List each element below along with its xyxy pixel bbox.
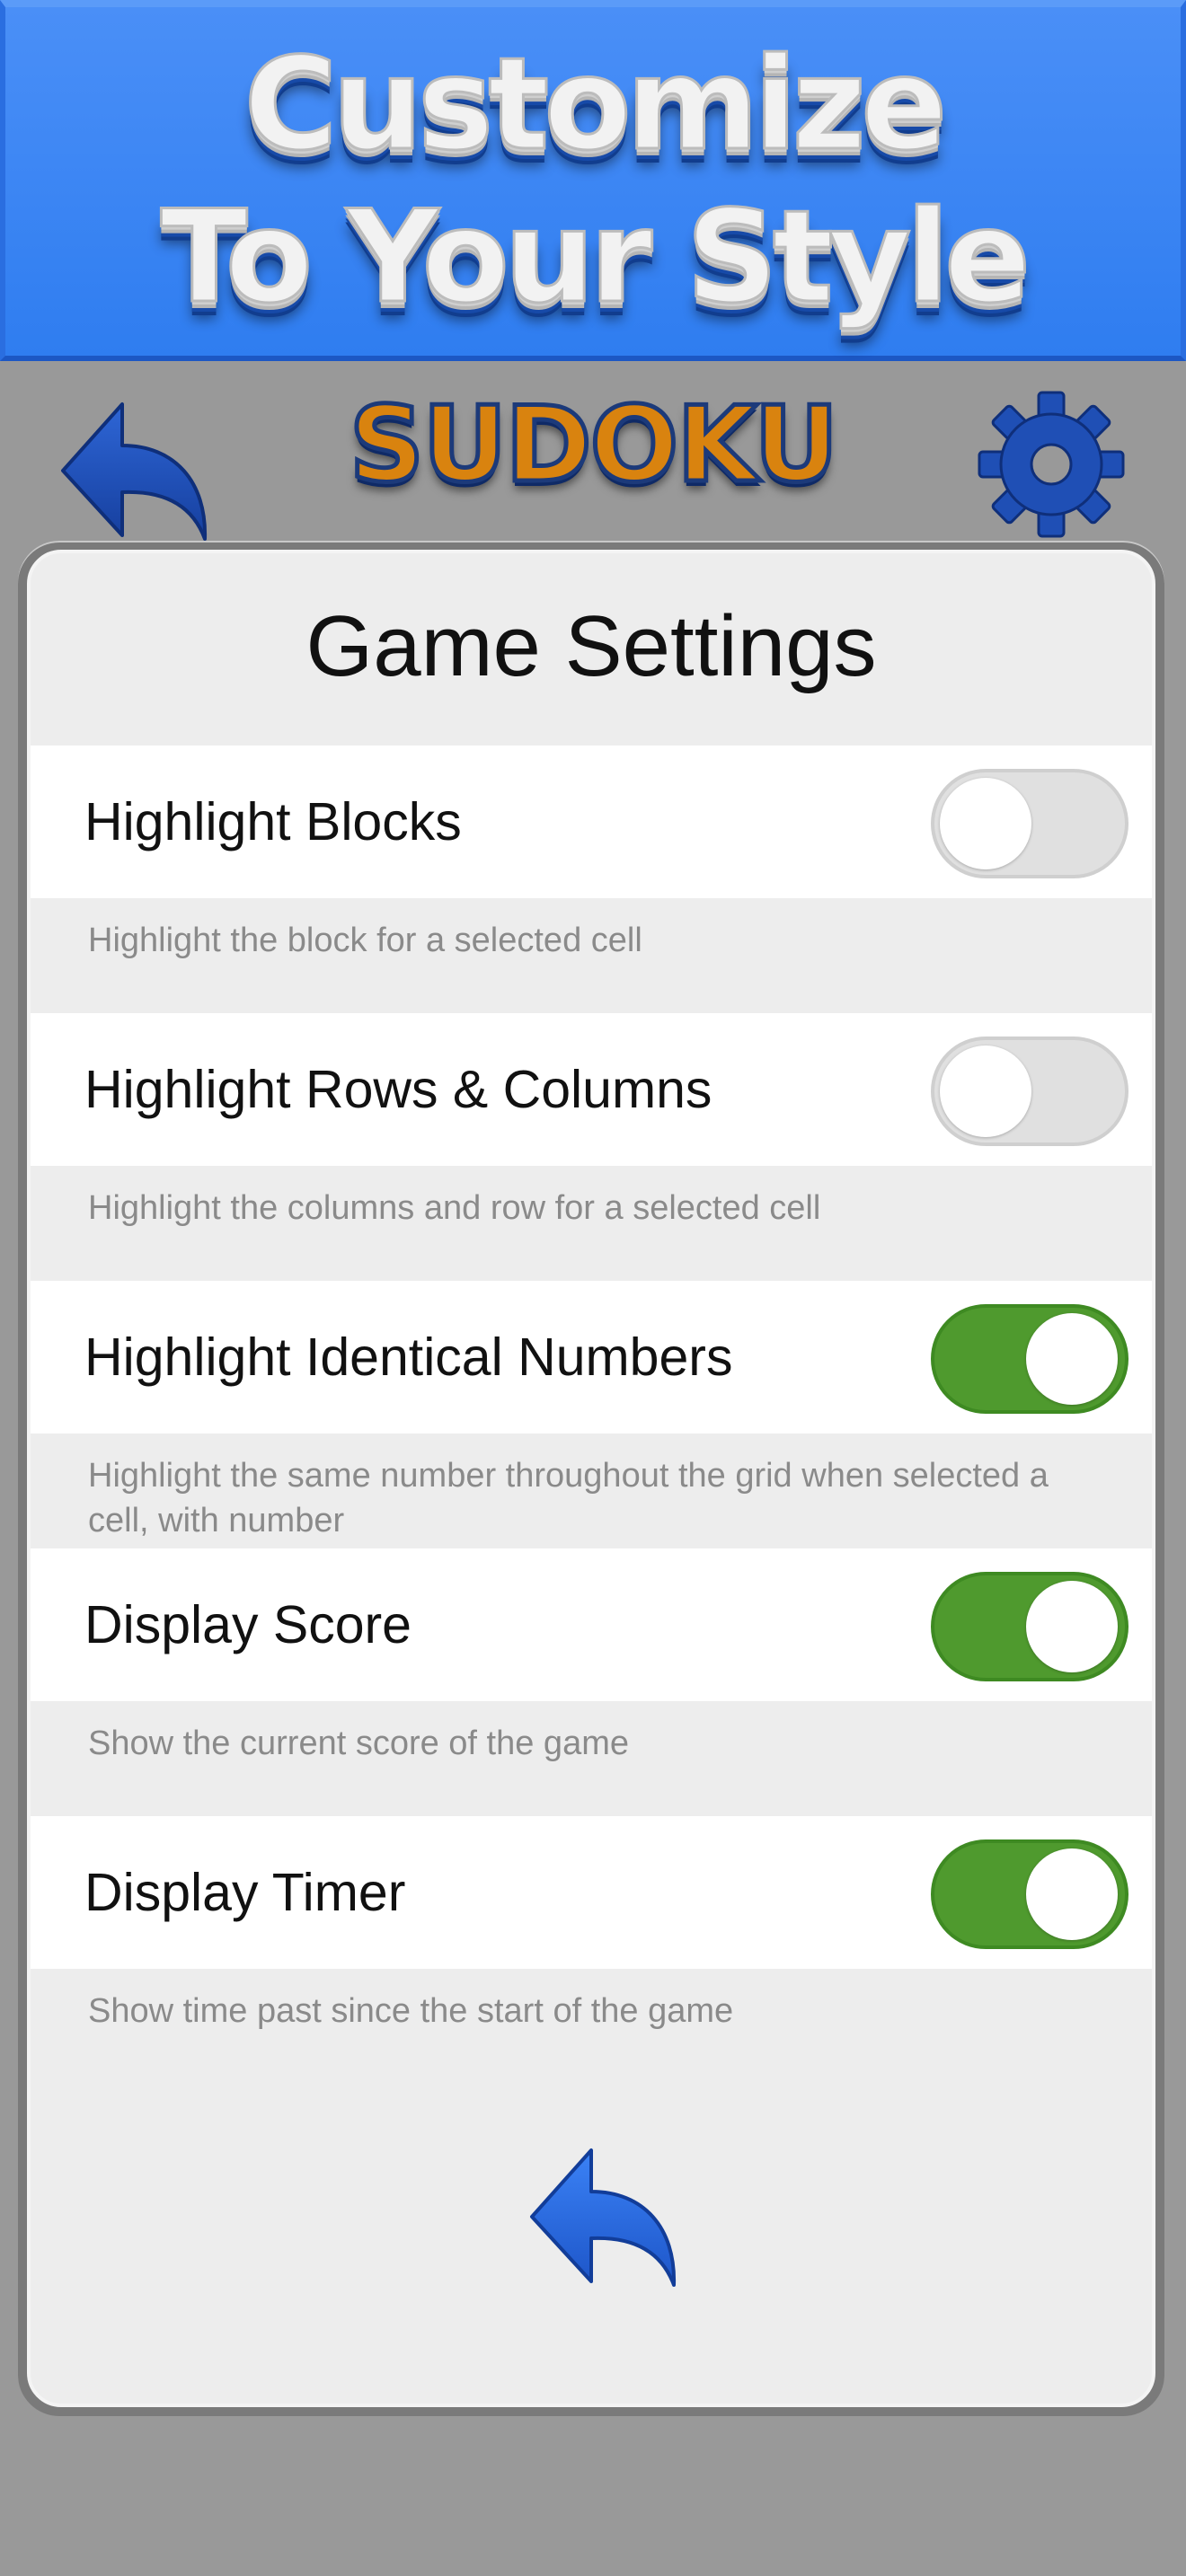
highlight-rows-columns-toggle[interactable] [931,1037,1128,1146]
settings-panel: Game Settings Highlight Blocks Highlight… [18,541,1164,2416]
setting-label: Display Score [84,1595,412,1654]
setting-label: Display Timer [84,1863,406,1922]
setting-description: Highlight the same number throughout the… [88,1457,1049,1539]
back-arrow-icon[interactable] [527,2145,679,2289]
gear-icon[interactable] [977,390,1126,539]
sudoku-logo: SUDOKU [347,384,841,506]
setting-description: Highlight the columns and row for a sele… [88,1189,821,1227]
setting-row-highlight-blocks: Highlight Blocks [31,745,1152,898]
toggle-knob [1026,1313,1118,1405]
highlight-identical-numbers-toggle[interactable] [931,1304,1128,1414]
setting-description: Highlight the block for a selected cell [88,922,642,959]
settings-panel-body: Game Settings Highlight Blocks Highlight… [27,550,1155,2407]
setting-row-display-timer: Display Timer [31,1816,1152,1969]
toggle-knob [1026,1581,1118,1672]
setting-row-highlight-identical-numbers: Highlight Identical Numbers [31,1281,1152,1434]
toggle-knob [940,778,1031,869]
display-score-toggle[interactable] [931,1572,1128,1681]
highlight-blocks-toggle[interactable] [931,769,1128,878]
back-arrow-icon[interactable] [58,399,210,543]
setting-label: Highlight Blocks [84,792,462,851]
banner-headline-line2: To Your Style [159,183,1032,331]
display-timer-toggle[interactable] [931,1839,1128,1949]
page-title: Game Settings [305,598,877,694]
setting-label: Highlight Identical Numbers [84,1328,733,1387]
setting-label: Highlight Rows & Columns [84,1060,712,1119]
banner-headline-line1: Customize [243,31,949,179]
setting-row-highlight-rows-columns: Highlight Rows & Columns [31,1013,1152,1166]
toggle-knob [1026,1848,1118,1940]
promo-banner: Customize To Your Style [0,0,1186,361]
toggle-knob [940,1045,1031,1137]
setting-row-display-score: Display Score [31,1548,1152,1701]
setting-description: Show the current score of the game [88,1725,629,1762]
setting-description: Show time past since the start of the ga… [88,1992,734,2030]
